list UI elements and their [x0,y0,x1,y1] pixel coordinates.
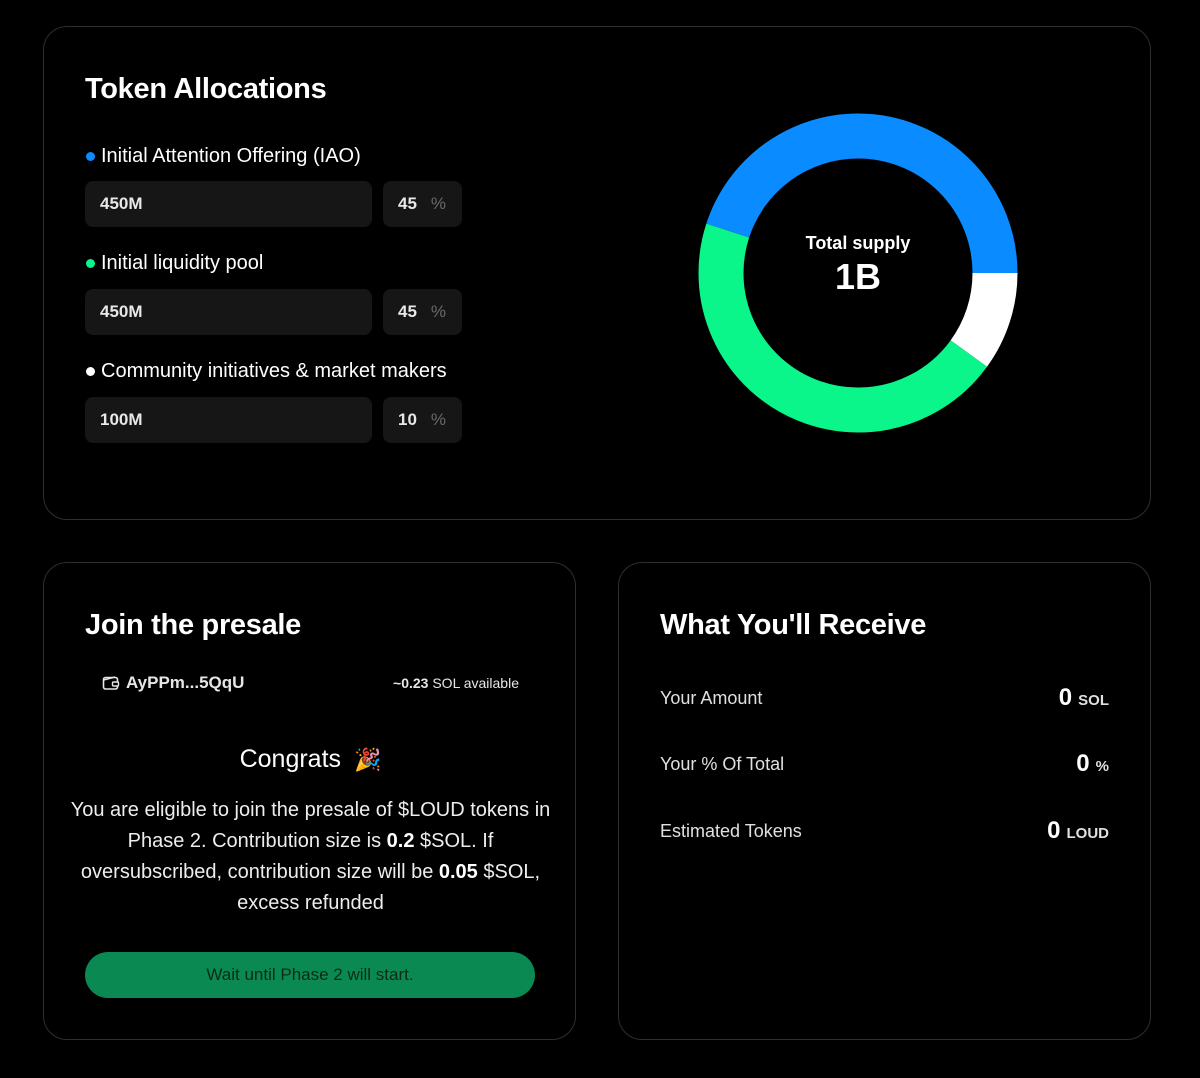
sol-available: ~0.23 SOL available [393,675,519,691]
your-amount-value: 0 SOL [1058,684,1109,711]
wallet-address[interactable]: AyPPm...5QqU [102,673,244,693]
community-percent-field[interactable]: 10 % [383,397,462,443]
donut-label: Total supply [806,233,911,253]
wallet-icon [102,676,120,690]
presale-card: Join the presale AyPPm...5QqU ~0.23 SOL … [43,562,576,1040]
iao-dot-icon [86,152,95,161]
liquidity-percent-field[interactable]: 45 % [383,289,462,335]
donut-value: 1B [835,256,881,297]
iao-amount-field[interactable]: 450M [85,181,372,227]
party-popper-icon: 🎉 [354,747,382,772]
supply-donut-chart: Total supply 1B [698,113,1018,433]
congrats-heading: Congrats 🎉 [239,745,382,773]
wait-phase-2-button[interactable]: Wait until Phase 2 will start. [85,952,535,998]
your-percent-label: Your % Of Total [660,754,785,774]
receive-card: What You'll Receive Your Amount 0 SOL Yo… [618,562,1151,1040]
community-dot-icon [86,367,95,376]
receive-title: What You'll Receive [660,609,927,641]
your-percent-value: 0 % [1076,750,1109,777]
token-allocations-card: Token Allocations Initial Attention Offe… [43,26,1151,520]
community-amount-field[interactable]: 100M [85,397,372,443]
presale-title: Join the presale [85,609,301,641]
estimated-tokens-value: 0 LOUD [1047,817,1109,844]
liquidity-amount-field[interactable]: 450M [85,289,372,335]
iao-percent-field[interactable]: 45 % [383,181,462,227]
allocation-label-liquidity: Initial liquidity pool [86,252,263,275]
allocations-title: Token Allocations [85,73,327,105]
liquidity-dot-icon [86,259,95,268]
allocation-label-iao: Initial Attention Offering (IAO) [86,145,361,168]
estimated-tokens-label: Estimated Tokens [660,821,802,841]
your-amount-label: Your Amount [660,688,763,708]
allocation-label-community: Community initiatives & market makers [86,360,447,383]
presale-description: You are eligible to join the presale of … [70,799,551,914]
